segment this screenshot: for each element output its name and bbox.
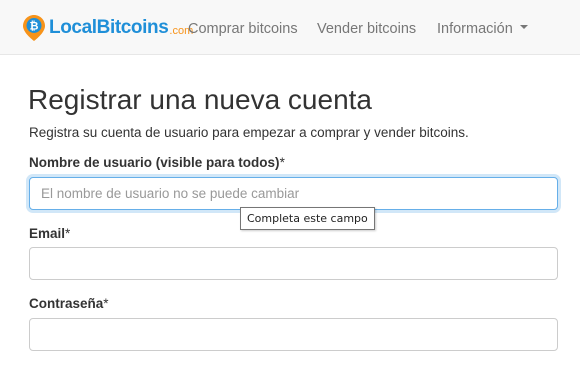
- username-label: Nombre de usuario (visible para todos)*: [29, 155, 285, 170]
- email-label: Email*: [29, 226, 70, 241]
- top-navbar: ₿ LocalBitcoins .com Comprar bitcoins Ve…: [0, 0, 580, 55]
- password-input[interactable]: [29, 318, 558, 351]
- brand-name: LocalBitcoins: [49, 17, 169, 38]
- required-mark: *: [279, 155, 285, 170]
- username-label-text: Nombre de usuario (visible para todos): [29, 155, 280, 170]
- nav-buy-bitcoins[interactable]: Comprar bitcoins: [188, 21, 298, 37]
- required-mark: *: [103, 296, 109, 311]
- email-input[interactable]: [29, 247, 558, 280]
- page-subtitle: Registra su cuenta de usuario para empez…: [29, 125, 469, 140]
- nav-info-dropdown[interactable]: Información: [437, 21, 528, 37]
- nav-sell-bitcoins[interactable]: Vender bitcoins: [317, 21, 416, 37]
- svg-text:₿: ₿: [30, 21, 39, 33]
- nav-info-label: Información: [437, 21, 513, 37]
- page-title: Registrar una nueva cuenta: [28, 84, 372, 115]
- validation-tooltip: Completa este campo: [240, 207, 375, 230]
- password-label: Contraseña*: [29, 296, 109, 311]
- required-mark: *: [65, 226, 71, 241]
- username-input[interactable]: [29, 177, 558, 210]
- brand-logo-link[interactable]: ₿ LocalBitcoins .com: [22, 14, 193, 42]
- bitcoin-pin-icon: ₿: [23, 15, 45, 41]
- caret-down-icon: [519, 25, 528, 30]
- email-label-text: Email: [29, 226, 66, 241]
- password-label-text: Contraseña: [29, 296, 104, 311]
